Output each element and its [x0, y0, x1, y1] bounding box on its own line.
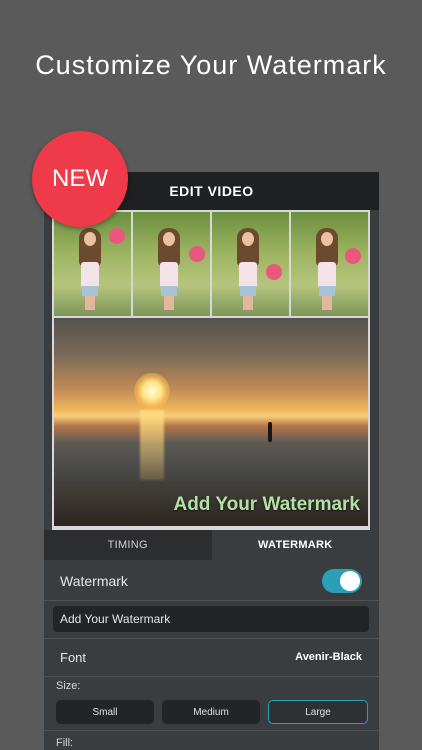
- tab-timing[interactable]: TIMING: [44, 530, 212, 560]
- sun-reflection: [140, 410, 164, 480]
- person-figure: [236, 222, 259, 310]
- font-label: Font: [60, 649, 87, 665]
- size-label: Size:: [56, 680, 81, 692]
- font-row[interactable]: Font Avenir-Black: [44, 638, 379, 677]
- tab-bar: TIMING WATERMARK: [44, 530, 379, 560]
- watermark-label: Watermark: [60, 573, 128, 589]
- size-large-button[interactable]: Large: [268, 700, 368, 724]
- sunset-video-frame: Add Your Watermark: [54, 318, 368, 526]
- thumbnail[interactable]: [291, 212, 368, 316]
- person-figure: [315, 222, 338, 310]
- phone-screen: EDIT VIDEO Add Your Watermark TIMING WAT…: [44, 172, 379, 750]
- flowers: [345, 248, 361, 264]
- video-preview: Add Your Watermark: [52, 210, 370, 530]
- watermark-toggle[interactable]: [322, 569, 362, 593]
- divider: [44, 730, 379, 731]
- beach-figure: [268, 422, 272, 442]
- size-selector: Small Medium Large: [56, 700, 368, 724]
- watermark-input-row: [44, 600, 379, 639]
- person-figure: [157, 222, 180, 310]
- flowers: [109, 228, 125, 244]
- thumbnail[interactable]: [212, 212, 289, 316]
- flowers: [266, 264, 282, 280]
- screen-title: EDIT VIDEO: [169, 183, 254, 199]
- thumbnail-strip: [54, 212, 368, 316]
- watermark-overlay[interactable]: Add Your Watermark: [173, 494, 360, 516]
- size-medium-button[interactable]: Medium: [162, 700, 260, 724]
- watermark-text-field[interactable]: [53, 606, 369, 632]
- headline: Customize Your Watermark: [35, 50, 387, 80]
- person-figure: [78, 222, 101, 310]
- flowers: [189, 246, 205, 262]
- tab-watermark[interactable]: WATERMARK: [211, 530, 379, 560]
- fill-label: Fill:: [56, 737, 74, 749]
- sun: [134, 373, 170, 409]
- thumbnail[interactable]: [133, 212, 210, 316]
- toggle-knob: [340, 571, 360, 591]
- thumbnail[interactable]: [54, 212, 131, 316]
- watermark-toggle-row: Watermark: [44, 562, 379, 601]
- new-badge: NEW: [32, 131, 128, 227]
- font-value: Avenir-Black: [295, 651, 362, 663]
- size-small-button[interactable]: Small: [56, 700, 154, 724]
